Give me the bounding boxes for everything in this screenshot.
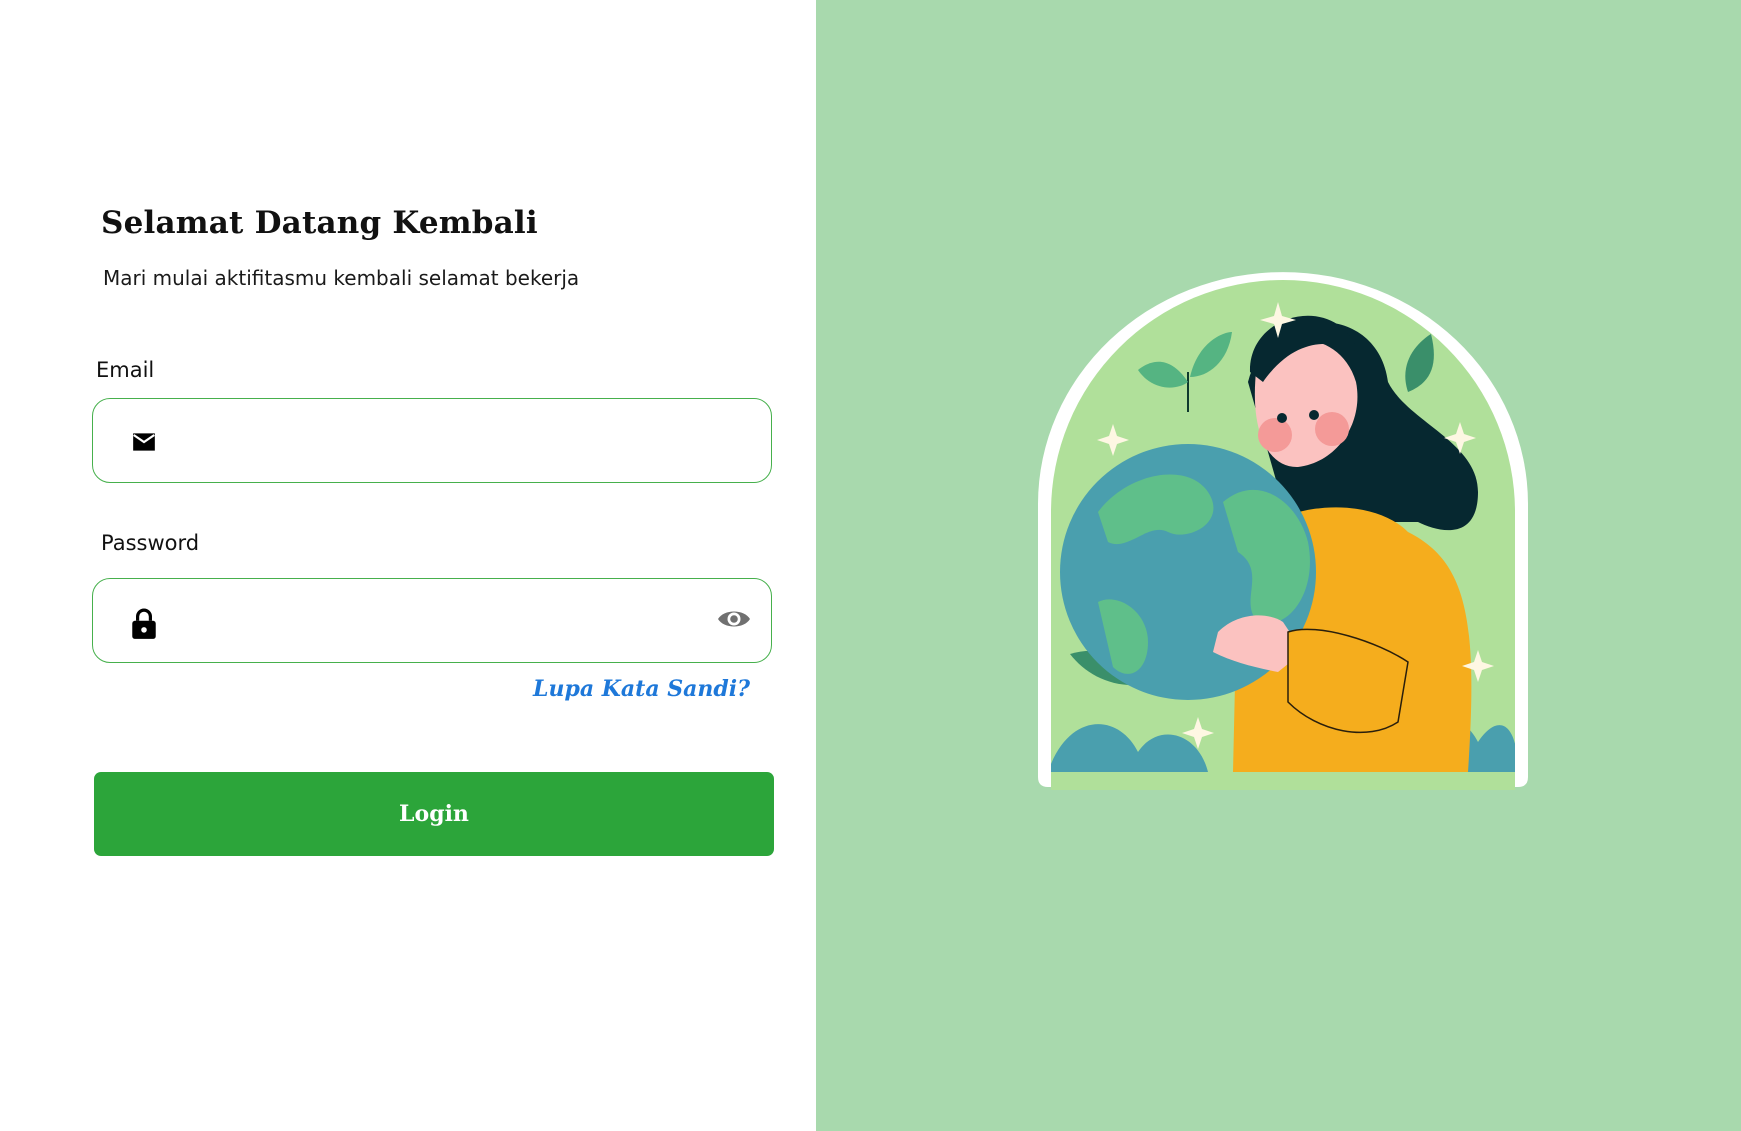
mail-icon: [133, 433, 155, 451]
forgot-password-link[interactable]: Lupa Kata Sandi?: [533, 676, 750, 702]
password-field[interactable]: [92, 578, 772, 663]
forgot-link-row: Lupa Kata Sandi?: [0, 0, 816, 1131]
page-title: Selamat Datang Kembali: [101, 205, 538, 241]
login-page: Selamat Datang Kembali Mari mulai aktifi…: [0, 0, 1741, 1131]
page-subtitle: Mari mulai aktifitasmu kembali selamat b…: [103, 266, 580, 290]
login-button[interactable]: Login: [94, 772, 774, 856]
password-label: Password: [101, 531, 200, 555]
illustration-panel: [816, 0, 1741, 1131]
login-panel: Selamat Datang Kembali Mari mulai aktifi…: [0, 0, 816, 1131]
lock-icon: [132, 608, 156, 639]
eye-icon[interactable]: [717, 606, 751, 632]
password-input[interactable]: [173, 579, 701, 662]
email-label: Email: [96, 358, 155, 382]
email-input[interactable]: [173, 399, 701, 482]
email-field[interactable]: [92, 398, 772, 483]
earth-hug-illustration: [1038, 272, 1528, 790]
